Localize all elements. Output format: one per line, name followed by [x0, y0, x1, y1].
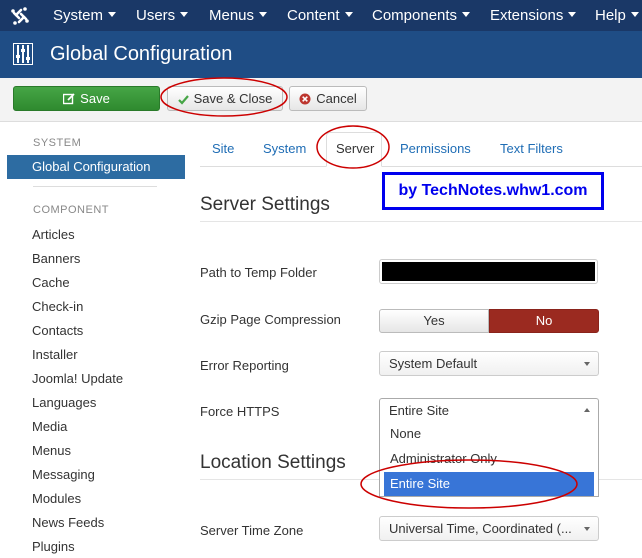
server-settings-title: Server Settings — [200, 194, 330, 215]
sidebar-heading-system: SYSTEM — [33, 137, 82, 149]
sidebar-item-plugins[interactable]: Plugins — [32, 539, 75, 554]
chevron-down-icon — [584, 527, 590, 531]
edit-icon — [62, 93, 75, 105]
sidebar-item-modules[interactable]: Modules — [32, 491, 81, 506]
timezone-label: Server Time Zone — [200, 523, 304, 538]
nav-menu-extensions[interactable]: Extensions — [490, 0, 577, 31]
nav-label: Menus — [209, 7, 255, 24]
caret-down-icon — [630, 12, 639, 17]
checkmark-icon — [177, 95, 189, 105]
nav-menu-users[interactable]: Users — [136, 0, 189, 31]
save-close-button[interactable]: Save & Close — [167, 86, 283, 111]
error-reporting-label: Error Reporting — [200, 358, 289, 373]
tab-system[interactable]: System — [263, 141, 306, 156]
temp-folder-label: Path to Temp Folder — [200, 265, 317, 280]
gzip-label: Gzip Page Compression — [200, 312, 341, 327]
caret-down-icon — [462, 12, 471, 17]
chevron-up-icon — [584, 408, 590, 412]
tab-server[interactable]: Server — [336, 141, 374, 156]
caret-down-icon — [180, 12, 189, 17]
option-none[interactable]: None — [384, 422, 594, 446]
temp-folder-input[interactable] — [379, 259, 598, 284]
sidebar-divider — [33, 186, 157, 187]
sidebar-item-banners[interactable]: Banners — [32, 251, 80, 266]
page-title: Global Configuration — [50, 43, 233, 65]
tabs-divider — [200, 166, 642, 167]
caret-down-icon — [568, 12, 577, 17]
timezone-select[interactable]: Universal Time, Coordinated (... — [379, 516, 599, 541]
redacted-value — [382, 262, 595, 281]
joomla-logo-icon[interactable] — [10, 6, 30, 26]
caret-down-icon — [259, 12, 268, 17]
sidebar: SYSTEM Global Configuration COMPONENT Ar… — [0, 122, 190, 558]
error-reporting-value: System Default — [389, 356, 478, 371]
option-administrator-only[interactable]: Administrator Only — [384, 447, 594, 471]
watermark-label: by TechNotes.whw1.com — [382, 172, 604, 210]
section-divider — [200, 221, 642, 222]
error-reporting-select[interactable]: System Default — [379, 351, 599, 376]
option-entire-site[interactable]: Entire Site — [384, 472, 594, 496]
nav-menu-help[interactable]: Help — [595, 0, 639, 31]
sidebar-item-media[interactable]: Media — [32, 419, 67, 434]
tab-site[interactable]: Site — [212, 141, 234, 156]
timezone-value: Universal Time, Coordinated (... — [389, 521, 572, 536]
nav-label: Users — [136, 7, 176, 24]
sidebar-item-joomla-update[interactable]: Joomla! Update — [32, 371, 123, 386]
toolbar: Save Save & Close Cancel — [0, 78, 642, 122]
sidebar-item-installer[interactable]: Installer — [32, 347, 78, 362]
chevron-down-icon — [584, 362, 590, 366]
nav-menu-menus[interactable]: Menus — [209, 0, 268, 31]
nav-label: Components — [372, 7, 458, 24]
sidebar-item-cache[interactable]: Cache — [32, 275, 70, 290]
gzip-yes-toggle[interactable]: Yes — [379, 309, 489, 333]
dropdown-toggle — [578, 399, 598, 421]
nav-label: Help — [595, 7, 626, 24]
gzip-no-toggle[interactable]: No — [489, 309, 599, 333]
sidebar-item-global-configuration[interactable]: Global Configuration — [7, 155, 185, 179]
cancel-button[interactable]: Cancel — [289, 86, 367, 111]
tab-permissions[interactable]: Permissions — [400, 141, 471, 156]
cancel-button-label: Cancel — [316, 91, 357, 106]
location-settings-title: Location Settings — [200, 452, 346, 473]
force-https-select[interactable]: Entire Site — [379, 398, 599, 422]
tab-text-filters[interactable]: Text Filters — [500, 141, 563, 156]
page-header: Global Configuration — [0, 31, 642, 78]
nav-menu-content[interactable]: Content — [287, 0, 353, 31]
nav-menu-components[interactable]: Components — [372, 0, 471, 31]
sidebar-item-check-in[interactable]: Check-in — [32, 299, 83, 314]
sidebar-item-menus[interactable]: Menus — [32, 443, 71, 458]
force-https-label: Force HTTPS — [200, 404, 280, 419]
nav-label: Extensions — [490, 7, 564, 24]
save-close-button-label: Save & Close — [193, 91, 273, 106]
cancel-icon — [299, 93, 311, 105]
force-https-value: Entire Site — [389, 403, 449, 418]
sidebar-item-news-feeds[interactable]: News Feeds — [32, 515, 104, 530]
caret-down-icon — [108, 12, 117, 17]
sidebar-heading-component: COMPONENT — [33, 204, 109, 216]
top-navbar: System Users Menus Content Components Ex… — [0, 0, 642, 31]
sidebar-item-articles[interactable]: Articles — [32, 227, 75, 242]
equalizer-icon — [13, 43, 33, 65]
save-button-label: Save — [80, 91, 110, 106]
nav-menu-system[interactable]: System — [53, 0, 117, 31]
caret-down-icon — [344, 12, 353, 17]
nav-label: Content — [287, 7, 340, 24]
sidebar-item-messaging[interactable]: Messaging — [32, 467, 95, 482]
sidebar-item-contacts[interactable]: Contacts — [32, 323, 83, 338]
nav-label: System — [53, 7, 104, 24]
force-https-options: None Administrator Only Entire Site — [379, 422, 599, 497]
save-button[interactable]: Save — [13, 86, 160, 111]
sidebar-item-languages[interactable]: Languages — [32, 395, 96, 410]
